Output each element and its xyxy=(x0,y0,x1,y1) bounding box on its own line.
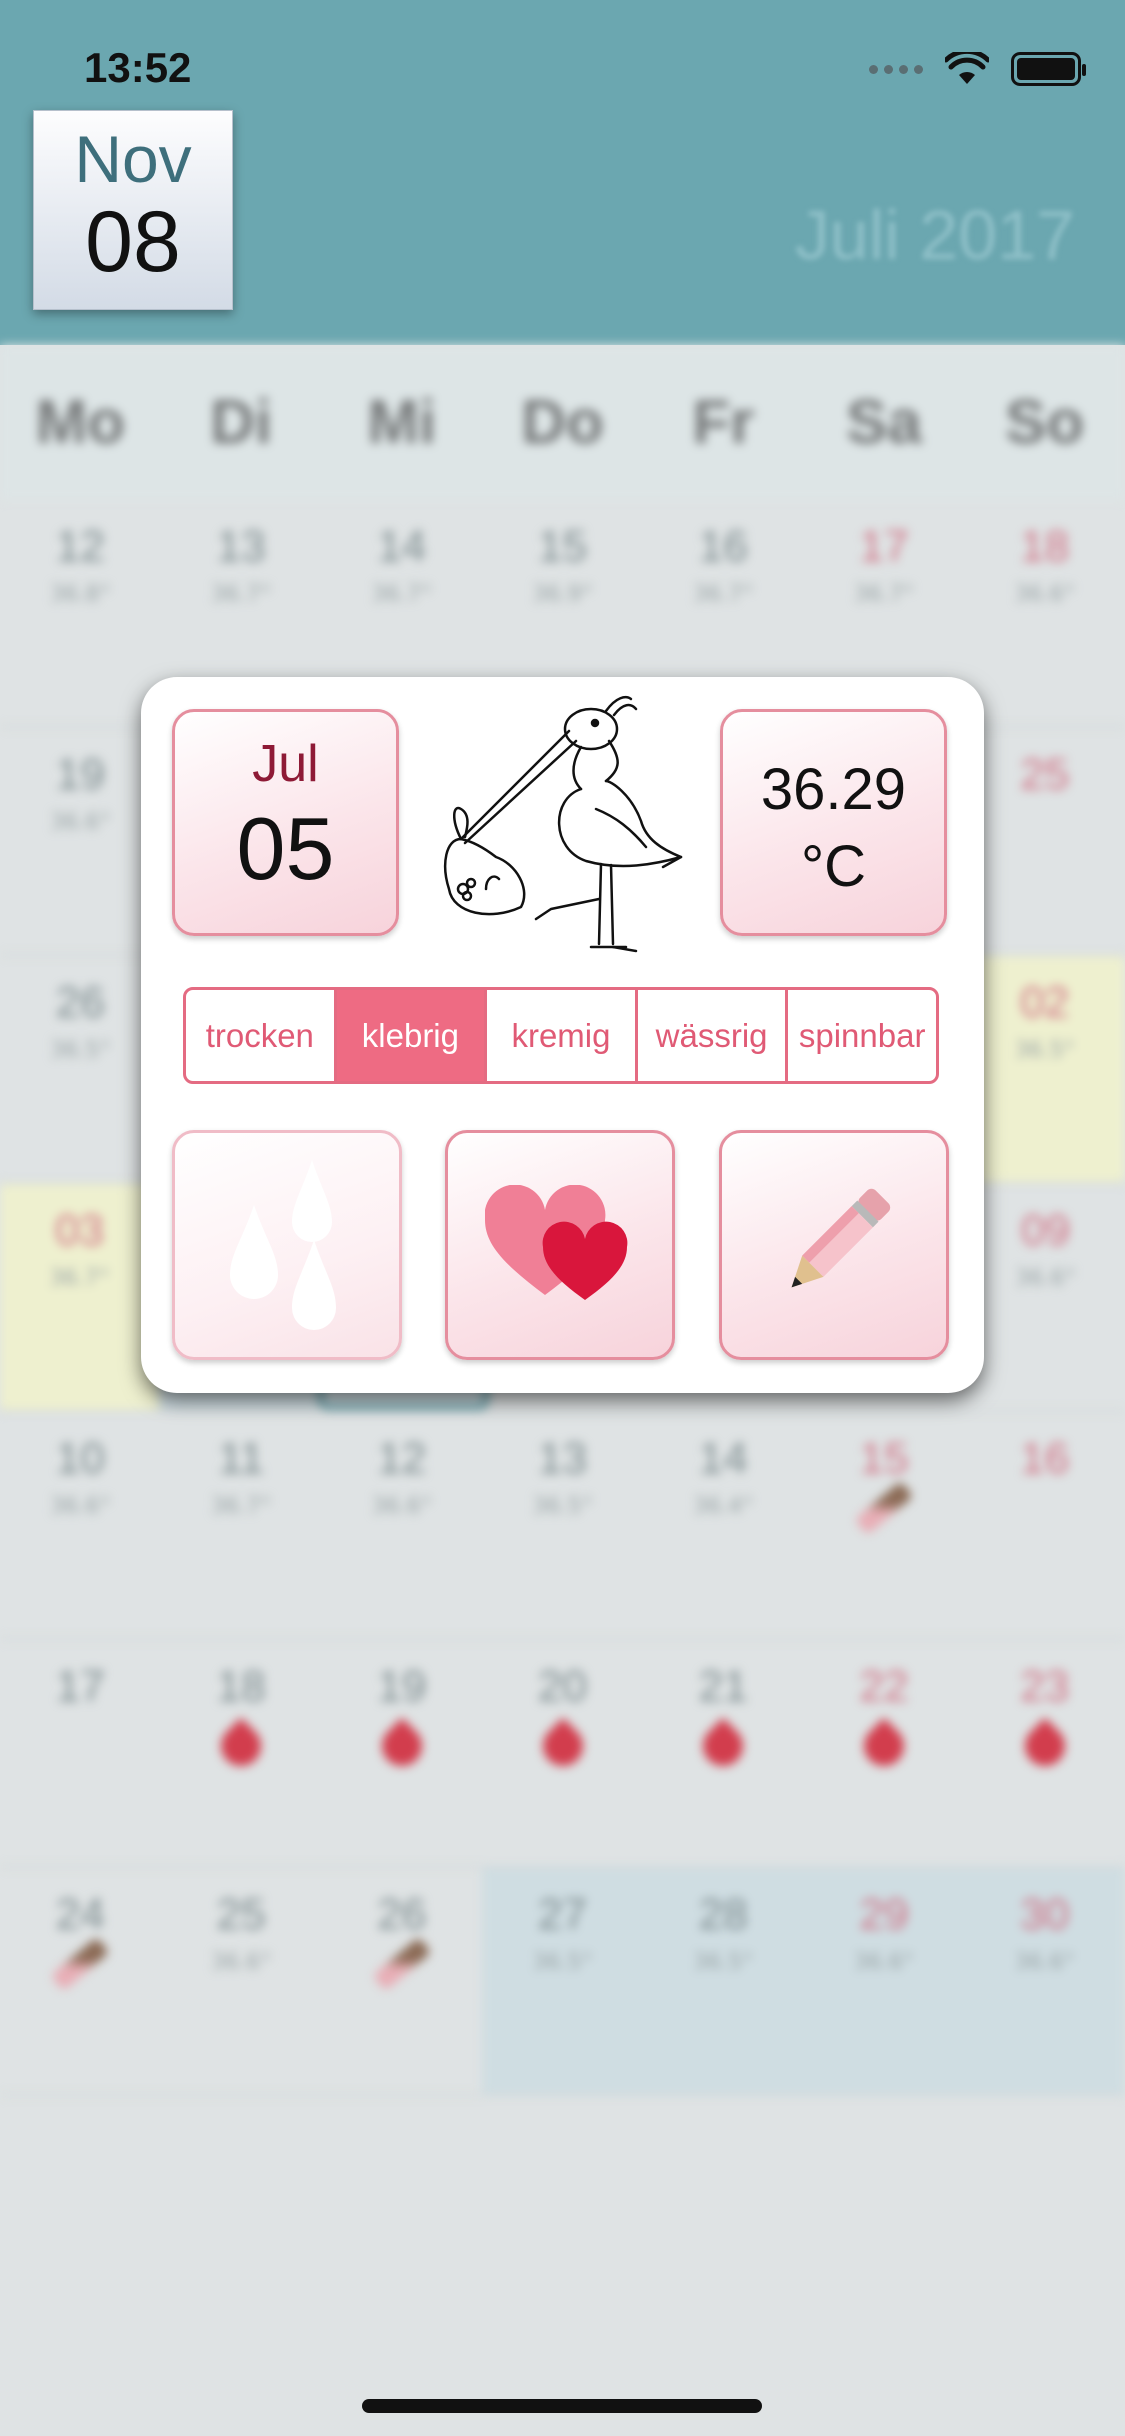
drop-icon xyxy=(1016,1717,1073,1775)
calendar-day[interactable]: 14 36.4° xyxy=(643,1412,804,1638)
drop-icon xyxy=(373,1717,431,1775)
drop-icon xyxy=(212,1717,270,1775)
calendar-day[interactable]: 24 xyxy=(0,1868,161,2094)
weekday: So xyxy=(1005,388,1085,457)
status-icons xyxy=(869,52,1086,86)
calendar-day[interactable]: 26 xyxy=(321,1868,482,2094)
pencil-icon xyxy=(854,1481,914,1535)
calendar-day[interactable]: 18 xyxy=(161,1640,322,1866)
today-month: Nov xyxy=(74,122,192,196)
hearts-icon xyxy=(485,1185,628,1300)
calendar-day[interactable]: 21 xyxy=(643,1640,804,1866)
drop-icon xyxy=(534,1717,591,1775)
pencil-icon xyxy=(791,1188,891,1288)
calendar-day[interactable]: 13 36.5° xyxy=(482,1412,643,1638)
calendar-day[interactable]: 27 36.5° xyxy=(482,1868,643,2094)
day-detail-popup: Jul 05 36.29 °C trocken klebrig kremig w… xyxy=(141,677,984,1393)
calendar-day[interactable]: 10 36.6° xyxy=(0,1412,161,1638)
today-day: 08 xyxy=(85,194,181,290)
calendar-day[interactable]: 17 xyxy=(0,1640,161,1866)
calendar-day[interactable]: 20 xyxy=(482,1640,643,1866)
weekday: Mo xyxy=(35,388,126,457)
calendar-day[interactable]: 23 xyxy=(964,1640,1125,1866)
calendar-day[interactable]: 26 36.5° xyxy=(0,956,161,1182)
drop-icon xyxy=(694,1717,752,1775)
drops-icon xyxy=(230,1160,336,1330)
calendar-day[interactable]: 28 36.5° xyxy=(642,1868,804,2094)
segment-klebrig[interactable]: klebrig xyxy=(336,990,488,1081)
calendar-day[interactable]: 18 36.6° xyxy=(964,500,1125,726)
temperature-unit: °C xyxy=(800,834,867,899)
home-indicator[interactable] xyxy=(362,2399,762,2413)
temperature-value: 36.29 xyxy=(760,757,907,822)
calendar-day[interactable]: 19 36.6° xyxy=(0,728,161,954)
calendar-day[interactable]: 25 xyxy=(964,728,1125,954)
drop-icon xyxy=(855,1717,913,1775)
segment-kremig[interactable]: kremig xyxy=(487,990,638,1081)
current-month-title: Juli 2017 xyxy=(794,196,1075,274)
calendar-day[interactable]: 12 36.8° xyxy=(0,500,161,726)
calendar-day[interactable]: 16 xyxy=(964,1412,1125,1638)
battery-icon xyxy=(1011,52,1086,86)
calendar-day[interactable]: 29 36.6° xyxy=(803,1868,965,2094)
calendar-day[interactable]: 15 xyxy=(804,1412,965,1638)
today-button[interactable]: Nov 08 xyxy=(33,110,233,310)
calendar-week: 24 25 36.6° 26 27 36.5° 28 36.5° 29 36.6° 30… xyxy=(0,1868,1125,2096)
weekday: Di xyxy=(210,388,273,457)
weekday: Fr xyxy=(692,388,755,457)
popup-date-month: Jul xyxy=(252,735,319,793)
calendar-week: 10 36.6° 11 36.7° 12 36.6° 13 36.5° 14 36.4° … xyxy=(0,1412,1125,1640)
status-time: 13:52 xyxy=(84,44,192,91)
segment-waessrig[interactable]: wässrig xyxy=(638,990,789,1081)
calendar-day[interactable]: 02 36.5° xyxy=(964,956,1125,1182)
weekday: Do xyxy=(521,388,604,457)
weekday-header: Mo Di Mi Do Fr Sa So xyxy=(0,345,1125,500)
segment-trocken[interactable]: trocken xyxy=(186,990,337,1081)
popup-date-day: 05 xyxy=(236,799,335,898)
weekday: Sa xyxy=(846,388,922,457)
popup-date-tile: Jul 05 xyxy=(172,709,399,936)
stork-icon xyxy=(443,695,683,953)
calendar-day[interactable]: 19 xyxy=(321,1640,482,1866)
calendar-day[interactable]: 03 36.7° xyxy=(0,1184,159,1410)
calendar-day[interactable]: 12 36.6° xyxy=(321,1412,482,1638)
signal-icon xyxy=(869,64,923,74)
intercourse-button[interactable] xyxy=(445,1130,675,1360)
consistency-segmented-control: trocken klebrig kremig wässrig spinnbar xyxy=(183,987,939,1084)
calendar-day[interactable]: 30 36.6° xyxy=(964,1868,1125,2094)
pencil-icon xyxy=(50,1937,110,1991)
calendar-day[interactable]: 11 36.7° xyxy=(161,1412,322,1638)
app-header: 13:52 Nov 08 Juli 2017 xyxy=(0,0,1125,345)
pencil-icon xyxy=(372,1937,432,1991)
notes-button[interactable] xyxy=(719,1130,949,1360)
segment-spinnbar[interactable]: spinnbar xyxy=(788,990,936,1081)
wifi-icon xyxy=(945,52,989,84)
temperature-tile[interactable]: 36.29 °C xyxy=(720,709,947,936)
calendar-day[interactable]: 25 36.6° xyxy=(161,1868,322,2094)
weekday: Mi xyxy=(367,388,437,457)
bleeding-button[interactable] xyxy=(172,1130,402,1360)
calendar-day[interactable]: 22 xyxy=(804,1640,965,1866)
calendar-week: 17 18 19 20 21 22 23 xyxy=(0,1640,1125,1868)
calendar-day[interactable]: 09 36.6° xyxy=(966,1184,1125,1410)
